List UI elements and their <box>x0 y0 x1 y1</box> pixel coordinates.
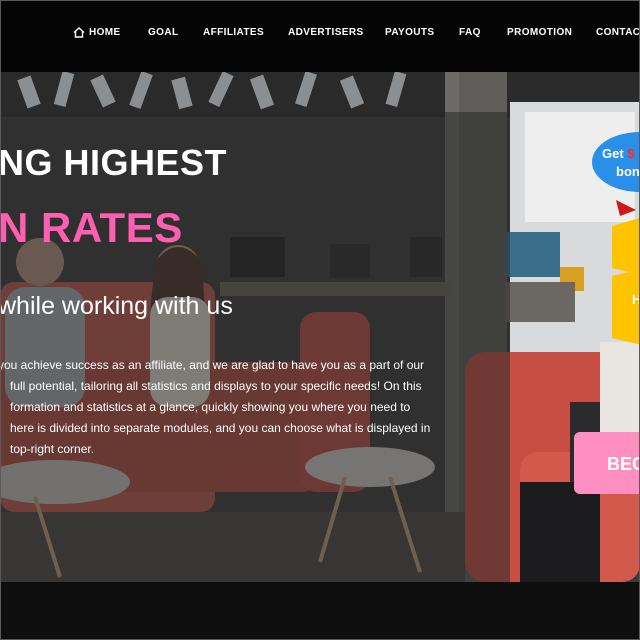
bonus-line1: Get $ <box>602 146 635 161</box>
nav-advertisers-label: ADVERTISERS <box>288 27 364 38</box>
nav-home[interactable]: HOME <box>73 27 121 38</box>
nav-affiliates[interactable]: AFFILIATES <box>203 27 264 38</box>
hero-description-line: formation and statistics at a glance, qu… <box>10 400 411 414</box>
nav-payouts[interactable]: PAYOUTS <box>385 27 434 38</box>
hero-headline-line1: NG HIGHEST <box>0 142 228 183</box>
nav-promotion[interactable]: PROMOTION <box>507 27 572 38</box>
become-affiliate-button[interactable]: BEC <box>574 432 640 494</box>
promo-ribbon <box>612 200 640 345</box>
promo-ribbon-text: H <box>632 292 640 307</box>
nav-goal[interactable]: GOAL <box>148 27 179 38</box>
nav-faq-label: FAQ <box>459 27 481 38</box>
home-icon <box>73 27 85 38</box>
hero-section: NG HIGHEST N RATES while working with us… <box>0 72 640 582</box>
nav-contact-label: CONTACT <box>596 27 640 38</box>
nav-home-label: HOME <box>89 27 121 38</box>
nav-advertisers[interactable]: ADVERTISERS <box>288 27 364 38</box>
hero-headline-line2: N RATES <box>0 204 183 251</box>
bonus-prefix: Get <box>602 146 628 161</box>
nav-affiliates-label: AFFILIATES <box>203 27 265 38</box>
hero-description-line: you achieve success as an affiliate, and… <box>0 358 425 372</box>
hero-description-line: top-right corner. <box>10 442 95 456</box>
nav-promotion-label: PROMOTION <box>507 27 573 38</box>
hero-description-line: here is divided into separate modules, a… <box>10 421 431 435</box>
top-navbar: HOME GOAL AFFILIATES ADVERTISERS PAYOUTS… <box>0 0 640 72</box>
hero-subheading: while working with us <box>0 292 233 320</box>
nav-faq[interactable]: FAQ <box>459 27 481 38</box>
hero-description-line: full potential, tailoring all statistics… <box>10 379 422 393</box>
nav-contact[interactable]: CONTACT <box>596 27 640 38</box>
nav-payouts-label: PAYOUTS <box>385 27 435 38</box>
bonus-line2: bon <box>616 164 640 179</box>
hero-description: you achieve success as an affiliate, and… <box>0 355 498 460</box>
bonus-amount: $ <box>627 146 635 161</box>
nav-goal-label: GOAL <box>148 27 179 38</box>
bottom-strip <box>0 582 640 640</box>
